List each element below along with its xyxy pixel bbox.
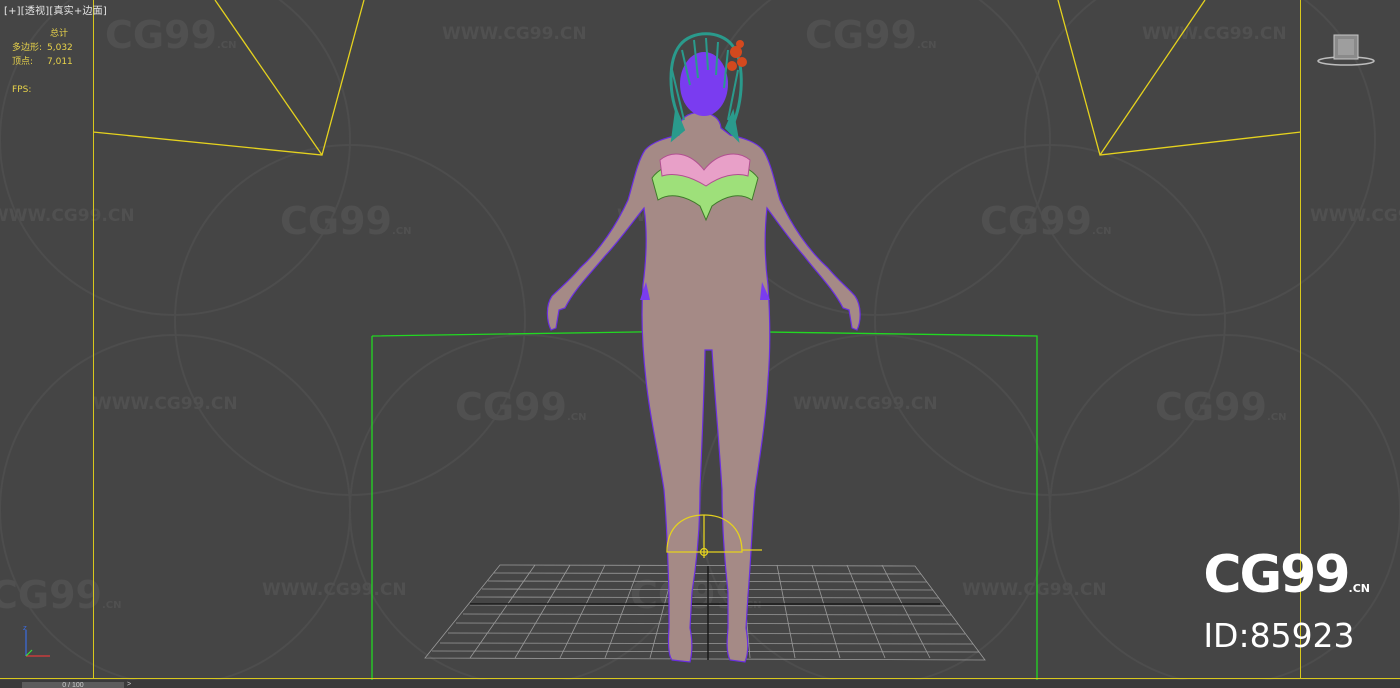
perspective-viewport[interactable]: CG99.CN CG99.CN CG99.CN CG99.CN CG99.CN … xyxy=(0,0,1400,688)
stats-verts-value: 7,011 xyxy=(47,57,73,67)
brand-logo-suffix: .CN xyxy=(1348,582,1370,595)
timeline-bar[interactable] xyxy=(0,680,1400,688)
brand-logo-text: CG99 xyxy=(1203,545,1350,605)
frame-bottom-line xyxy=(0,678,1400,679)
brand-logo: CG99.CN xyxy=(1203,548,1370,616)
stats-polys-value: 5,032 xyxy=(47,43,73,53)
stats-polys-label: 多边形: xyxy=(12,43,43,53)
scene-statistics: 总计 多边形: 5,032 顶点: 7,011 FPS: xyxy=(12,27,73,97)
brand-watermark: CG99.CN ID:85923 xyxy=(1203,548,1370,656)
fps-label: FPS: xyxy=(12,85,32,95)
stats-verts-row: 顶点: 7,011 xyxy=(12,55,73,69)
stats-verts-label: 顶点: xyxy=(12,57,34,67)
safe-frame xyxy=(93,0,1301,679)
viewport-label-menu[interactable]: [+][透视][真实+边面] xyxy=(4,2,107,17)
brand-id: ID:85923 xyxy=(1203,616,1355,655)
axis-tripod-icon: z xyxy=(23,624,50,657)
watermark-url: WWW.CG99.CN xyxy=(1310,206,1400,226)
stats-polys-row: 多边形: 5,032 xyxy=(12,41,73,55)
time-slider[interactable]: 0 / 100 xyxy=(22,682,124,688)
time-next-arrow[interactable]: > xyxy=(127,681,137,688)
viewcube-icon[interactable] xyxy=(1316,32,1376,70)
svg-text:z: z xyxy=(23,624,27,632)
stats-title: 总计 xyxy=(50,29,69,39)
